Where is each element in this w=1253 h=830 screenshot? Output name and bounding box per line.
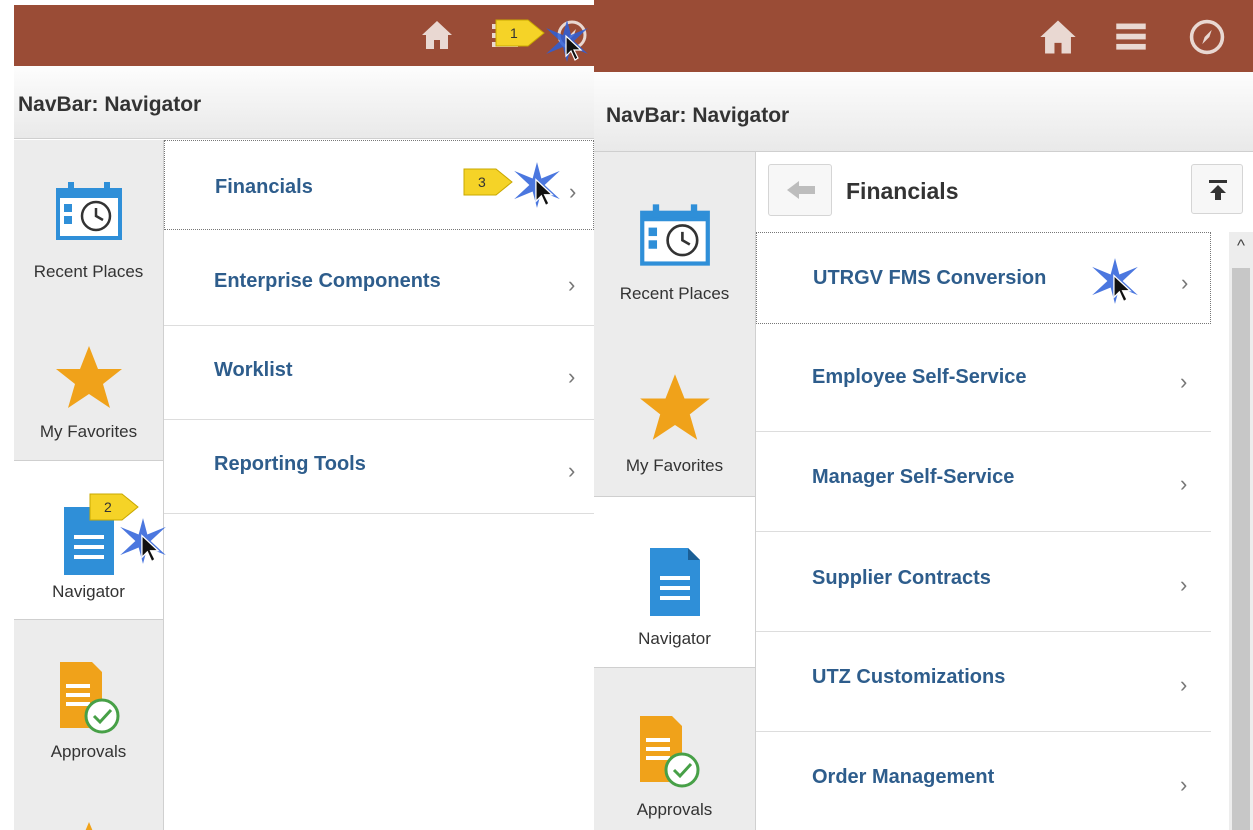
menu-item-label: Manager Self-Service bbox=[812, 466, 1015, 488]
menu-item-label: Financials bbox=[215, 176, 313, 198]
nav-tab-approvals[interactable]: Approvals bbox=[14, 620, 163, 820]
chevron-right-icon: › bbox=[569, 179, 577, 204]
page-title: NavBar: Navigator bbox=[606, 104, 790, 127]
menu-item-label: Order Management bbox=[812, 766, 995, 788]
navbar-header bbox=[594, 0, 1253, 72]
home-icon[interactable] bbox=[420, 19, 454, 51]
nav-tab-label: My Favorites bbox=[625, 456, 724, 475]
chevron-right-icon: › bbox=[1180, 572, 1188, 597]
page-title-bar: NavBar: Navigator bbox=[594, 72, 1253, 152]
menu-item-employee-self-service[interactable]: Employee Self-Service › bbox=[756, 332, 1211, 432]
back-button[interactable] bbox=[768, 164, 832, 216]
approvals-icon bbox=[640, 716, 700, 788]
nav-tab-label: My Favorites bbox=[39, 422, 138, 441]
menu-item-label: Employee Self-Service bbox=[812, 366, 1027, 388]
menu-item-label: UTRGV FMS Conversion bbox=[813, 267, 1047, 289]
right-screenshot-panel: NavBar: Navigator Recent Places My Favor… bbox=[594, 0, 1253, 830]
arrow-up-to-top-icon bbox=[1209, 180, 1227, 200]
star-icon bbox=[56, 346, 122, 408]
actions-menu-icon[interactable] bbox=[1114, 20, 1148, 52]
nav-tab-label: Navigator bbox=[52, 582, 125, 601]
approvals-icon bbox=[60, 662, 120, 734]
nav-tab-label: Approvals bbox=[636, 800, 713, 819]
nav-tab-label: Approvals bbox=[50, 742, 127, 761]
home-icon[interactable] bbox=[1038, 18, 1078, 56]
vertical-scrollbar[interactable]: ^ bbox=[1229, 232, 1253, 830]
menu-item-utrgv-fms-conversion[interactable]: UTRGV FMS Conversion › bbox=[756, 232, 1211, 324]
navbar-compass-icon[interactable] bbox=[1188, 18, 1226, 56]
navbar-left-tabs: Recent Places My Favorites Navigator App… bbox=[594, 152, 756, 830]
scrollbar-thumb[interactable] bbox=[1232, 268, 1250, 830]
nav-tab-label: Recent Places bbox=[33, 262, 144, 281]
chevron-right-icon: › bbox=[1181, 270, 1189, 295]
folder-header: Financials bbox=[756, 152, 1253, 232]
navigator-menu-list: Financials UTRGV FMS Conversion › Employ… bbox=[756, 152, 1253, 830]
callout-number: 2 bbox=[104, 499, 112, 515]
menu-item-label: UTZ Customizations bbox=[812, 666, 1006, 688]
nav-tab-label: Recent Places bbox=[619, 284, 730, 303]
nav-tab-my-favorites[interactable]: My Favorites bbox=[14, 300, 163, 460]
star-icon bbox=[85, 822, 93, 830]
nav-tab-navigator[interactable]: Navigator bbox=[594, 496, 755, 668]
click-burst-icon bbox=[1092, 258, 1138, 304]
step-callout-1: 1 bbox=[495, 19, 545, 47]
click-burst-icon bbox=[546, 20, 588, 62]
chevron-right-icon: › bbox=[568, 458, 576, 483]
menu-item-enterprise-components[interactable]: Enterprise Components › bbox=[164, 232, 594, 326]
folder-title: Financials bbox=[846, 178, 959, 204]
scroll-to-top-button[interactable] bbox=[1191, 164, 1243, 214]
navigator-document-icon bbox=[650, 548, 700, 616]
callout-number: 1 bbox=[510, 25, 518, 41]
chevron-right-icon: › bbox=[568, 364, 576, 389]
chevron-right-icon: › bbox=[1180, 471, 1188, 496]
chevron-right-icon: › bbox=[1180, 772, 1188, 797]
scroll-up-arrow-icon[interactable]: ^ bbox=[1229, 236, 1253, 256]
nav-tab-recent-places[interactable]: Recent Places bbox=[594, 152, 755, 322]
navbar-left-tabs: Recent Places My Favorites Navigator App… bbox=[14, 140, 164, 830]
click-burst-icon bbox=[514, 162, 560, 208]
recent-places-icon bbox=[56, 182, 122, 240]
nav-tab-label: Navigator bbox=[638, 629, 711, 648]
arrow-left-icon bbox=[787, 181, 815, 199]
nav-tab-approvals[interactable]: Approvals bbox=[594, 668, 755, 830]
left-screenshot-panel: NavBar: Navigator Recent Places My Favor… bbox=[14, 0, 594, 830]
menu-item-label: Enterprise Components bbox=[214, 270, 441, 292]
menu-item-label: Reporting Tools bbox=[214, 453, 366, 475]
chevron-right-icon: › bbox=[1180, 672, 1188, 697]
menu-item-manager-self-service[interactable]: Manager Self-Service › bbox=[756, 432, 1211, 532]
chevron-right-icon: › bbox=[568, 272, 576, 297]
nav-tab-recent-places[interactable]: Recent Places bbox=[14, 140, 163, 300]
page-title-bar: NavBar: Navigator bbox=[14, 66, 594, 139]
callout-number: 3 bbox=[478, 174, 486, 190]
menu-item-order-management[interactable]: Order Management › bbox=[756, 732, 1211, 830]
recent-places-icon bbox=[640, 204, 710, 266]
menu-item-label: Worklist bbox=[214, 359, 293, 381]
click-burst-icon bbox=[120, 518, 166, 564]
menu-item-worklist[interactable]: Worklist › bbox=[164, 326, 594, 420]
menu-item-label: Supplier Contracts bbox=[812, 567, 991, 589]
star-icon bbox=[640, 374, 710, 440]
menu-item-supplier-contracts[interactable]: Supplier Contracts › bbox=[756, 532, 1211, 632]
nav-tab-my-favorites[interactable]: My Favorites bbox=[594, 322, 755, 496]
menu-item-utz-customizations[interactable]: UTZ Customizations › bbox=[756, 632, 1211, 732]
menu-item-reporting-tools[interactable]: Reporting Tools › bbox=[164, 420, 594, 514]
page-title: NavBar: Navigator bbox=[18, 93, 202, 116]
chevron-right-icon: › bbox=[1180, 369, 1188, 394]
step-callout-3: 3 bbox=[463, 168, 513, 196]
